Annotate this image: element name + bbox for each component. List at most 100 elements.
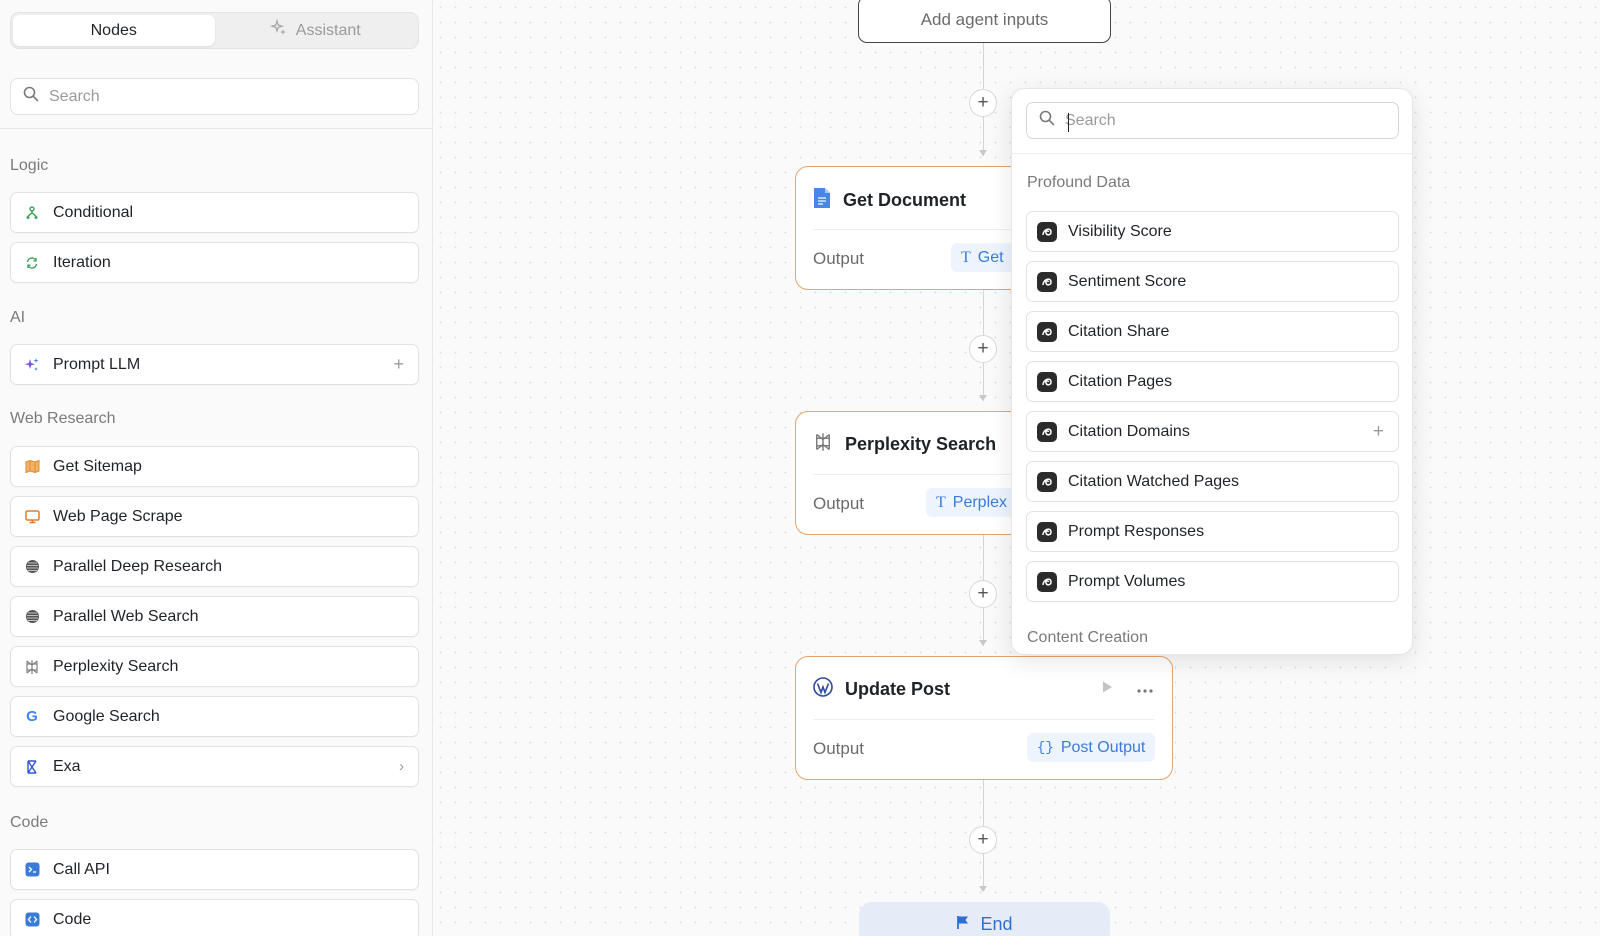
section-ai: AI xyxy=(10,309,26,326)
dropdown-item-label: Citation Share xyxy=(1068,322,1170,340)
node-item-exa[interactable]: Exa › xyxy=(10,746,419,787)
sparkle-icon xyxy=(24,357,40,373)
dropdown-item-prompt-volumes[interactable]: Prompt Volumes xyxy=(1026,561,1399,602)
flag-icon xyxy=(956,914,970,935)
tab-nodes[interactable]: Nodes xyxy=(13,15,215,46)
node-header: Update Post xyxy=(813,677,950,702)
profound-icon xyxy=(1037,271,1057,292)
connector-arrow xyxy=(979,395,987,401)
add-agent-inputs-button[interactable]: Add agent inputs xyxy=(858,0,1111,43)
dropdown-item-citation-share[interactable]: Citation Share xyxy=(1026,311,1399,352)
branch-icon xyxy=(24,205,40,221)
output-chip[interactable]: T Perplex xyxy=(926,488,1018,517)
dropdown-item-label: Visibility Score xyxy=(1068,222,1172,240)
node-item-perplexity-search[interactable]: Perplexity Search xyxy=(10,646,419,687)
output-label: Output xyxy=(813,739,865,758)
text-cursor xyxy=(1068,113,1069,132)
dropdown-item-prompt-responses[interactable]: Prompt Responses xyxy=(1026,511,1399,552)
loop-icon xyxy=(24,255,40,271)
node-item-label: Exa xyxy=(53,757,81,775)
end-node[interactable]: End xyxy=(859,902,1110,936)
end-label: End xyxy=(980,913,1013,934)
node-item-label: Conditional xyxy=(53,203,134,221)
output-chip-label: Get xyxy=(977,248,1004,266)
search-icon xyxy=(23,86,39,107)
monitor-icon xyxy=(24,509,40,525)
dropdown-item-sentiment-score[interactable]: Sentiment Score xyxy=(1026,261,1399,302)
parallel-icon xyxy=(24,609,40,625)
section-content-creation: Content Creation xyxy=(1027,629,1148,646)
profound-icon xyxy=(1037,371,1057,392)
chevron-right-icon[interactable]: › xyxy=(399,758,404,775)
node-item-label: Code xyxy=(53,910,92,928)
node-item-google-search[interactable]: G Google Search xyxy=(10,696,419,737)
tab-assistant[interactable]: Assistant xyxy=(215,15,417,46)
profound-icon xyxy=(1037,321,1057,342)
node-item-web-page-scrape[interactable]: Web Page Scrape xyxy=(10,496,419,537)
dropdown-item-citation-domains[interactable]: Citation Domains + xyxy=(1026,411,1399,452)
add-step-button[interactable]: + xyxy=(969,580,997,608)
add-icon[interactable]: + xyxy=(1373,421,1384,443)
exa-icon xyxy=(24,759,40,775)
add-agent-inputs-label: Add agent inputs xyxy=(920,9,1049,29)
document-icon xyxy=(813,187,831,214)
connector-arrow xyxy=(979,640,987,646)
node-sidebar: Nodes Assistant Logic Conditional Iterat… xyxy=(0,0,433,936)
output-chip[interactable]: {} Post Output xyxy=(1027,733,1156,762)
dropdown-search-input[interactable] xyxy=(1065,111,1398,130)
node-item-conditional[interactable]: Conditional xyxy=(10,192,419,233)
profound-icon xyxy=(1037,521,1057,542)
flow-node-update-post[interactable]: Update Post Output {} Post Output xyxy=(795,656,1173,780)
output-chip-label: Post Output xyxy=(1060,738,1146,756)
dropdown-item-label: Citation Domains xyxy=(1068,422,1190,440)
node-picker-dropdown: Profound Data Visibility Score Sentiment… xyxy=(1011,88,1413,655)
node-item-parallel-web-search[interactable]: Parallel Web Search xyxy=(10,596,419,637)
google-icon: G xyxy=(26,708,38,725)
dropdown-item-visibility-score[interactable]: Visibility Score xyxy=(1026,211,1399,252)
node-item-prompt-llm[interactable]: Prompt LLM + xyxy=(10,344,419,385)
node-item-label: Perplexity Search xyxy=(53,657,179,675)
connector-arrow xyxy=(979,150,987,156)
dropdown-item-citation-watched-pages[interactable]: Citation Watched Pages xyxy=(1026,461,1399,502)
output-label: Output xyxy=(813,494,865,513)
dropdown-item-label: Sentiment Score xyxy=(1068,272,1187,290)
code-icon xyxy=(24,912,40,928)
add-icon[interactable]: + xyxy=(393,354,404,375)
node-item-label: Parallel Web Search xyxy=(53,607,199,625)
perplexity-icon xyxy=(813,432,833,457)
node-title: Get Document xyxy=(843,190,967,210)
node-item-call-api[interactable]: Call API xyxy=(10,849,419,890)
section-web-research: Web Research xyxy=(10,410,116,427)
profound-icon xyxy=(1037,471,1057,492)
node-header: Get Document xyxy=(813,187,966,214)
tab-assistant-label: Assistant xyxy=(295,21,361,39)
dropdown-item-citation-pages[interactable]: Citation Pages xyxy=(1026,361,1399,402)
perplexity-icon xyxy=(24,659,40,675)
node-item-get-sitemap[interactable]: Get Sitemap xyxy=(10,446,419,487)
section-profound-data: Profound Data xyxy=(1027,174,1131,191)
add-step-button[interactable]: + xyxy=(969,826,997,854)
terminal-icon xyxy=(24,862,40,878)
dropdown-search xyxy=(1026,102,1399,139)
add-step-button[interactable]: + xyxy=(969,335,997,363)
node-search-input[interactable] xyxy=(49,87,418,106)
wordpress-icon xyxy=(813,677,833,702)
sidebar-tabs: Nodes Assistant xyxy=(10,12,419,49)
node-search xyxy=(10,78,419,115)
dropdown-item-label: Prompt Volumes xyxy=(1068,572,1186,590)
dropdown-item-label: Citation Watched Pages xyxy=(1068,472,1240,490)
more-icon[interactable] xyxy=(1136,681,1154,699)
node-item-code[interactable]: Code xyxy=(10,899,419,936)
node-item-iteration[interactable]: Iteration xyxy=(10,242,419,283)
output-chip[interactable]: T Get xyxy=(951,243,1014,272)
add-step-button[interactable]: + xyxy=(969,89,997,117)
node-item-label: Call API xyxy=(53,860,110,878)
dropdown-item-label: Prompt Responses xyxy=(1068,522,1205,540)
profound-icon xyxy=(1037,571,1057,592)
profound-icon xyxy=(1037,421,1057,442)
section-logic: Logic xyxy=(10,157,49,174)
dropdown-item-label: Citation Pages xyxy=(1068,372,1173,390)
node-item-parallel-deep-research[interactable]: Parallel Deep Research xyxy=(10,546,419,587)
node-item-label: Parallel Deep Research xyxy=(53,557,222,575)
play-icon[interactable] xyxy=(1100,680,1114,699)
